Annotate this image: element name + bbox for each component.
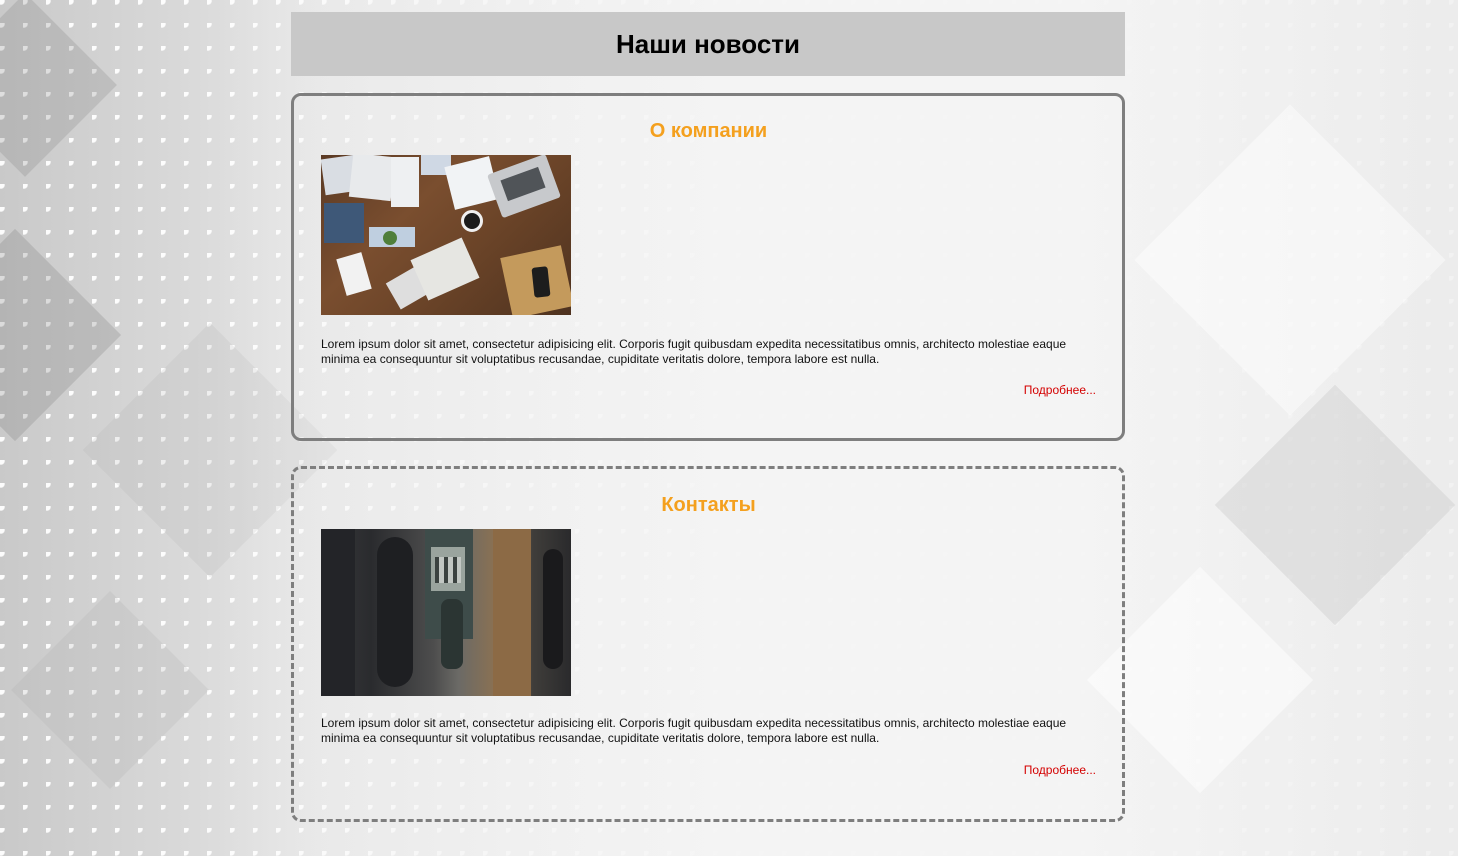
page-title: Наши новости bbox=[615, 28, 801, 59]
read-more-link[interactable]: Подробнее... bbox=[1024, 763, 1096, 777]
news-card-text: Lorem ipsum dolor sit amet, consectetur … bbox=[321, 716, 1067, 745]
news-card-title: Контакты bbox=[661, 494, 756, 516]
news-card-contacts: Контакты Lorem ipsum dolor sit amet, con… bbox=[291, 466, 1125, 822]
news-card-about: О компании Lorem ipsum dolor sit amet, c… bbox=[291, 93, 1125, 441]
desk-photo-image bbox=[321, 155, 571, 315]
news-card-text: Lorem ipsum dolor sit amet, consectetur … bbox=[321, 337, 1067, 366]
page-header: Наши новости bbox=[291, 12, 1125, 76]
payphone-photo-image bbox=[321, 529, 571, 696]
read-more-link[interactable]: Подробнее... bbox=[1024, 383, 1096, 397]
news-card-title: О компании bbox=[649, 120, 768, 142]
news-container: Наши новости О компании Lorem ipsum dolo… bbox=[291, 12, 1125, 822]
